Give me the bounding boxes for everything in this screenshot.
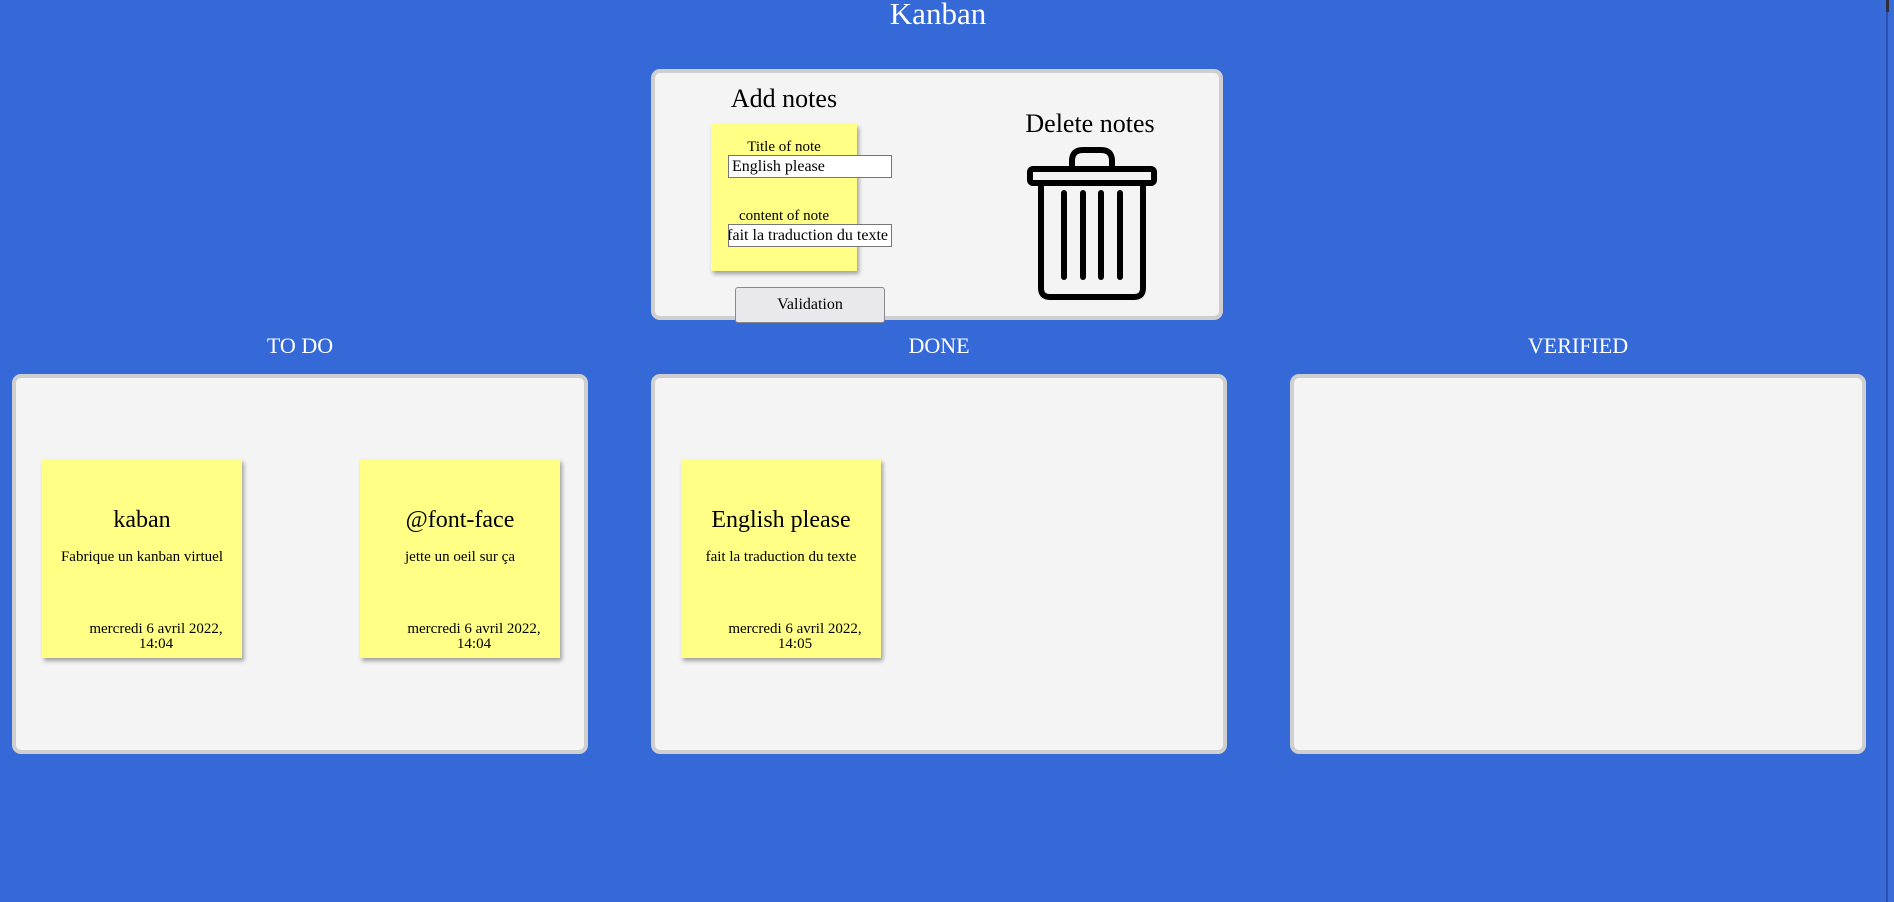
note-date-day: mercredi 6 avril 2022, <box>89 621 223 637</box>
note-content: jette un oeil sur ça <box>405 549 515 565</box>
note-date-day: mercredi 6 avril 2022, <box>728 621 862 637</box>
note-date: mercredi 6 avril 2022, 14:05 <box>713 622 877 652</box>
add-note-form: Title of note English please content of … <box>711 124 892 271</box>
note-title: kaban <box>113 507 171 533</box>
delete-notes-heading: Delete notes <box>1025 109 1155 138</box>
note-content-input-value: fait la traduction du texte <box>728 227 888 244</box>
note-card[interactable]: @font-face jette un oeil sur ça mercredi… <box>360 459 560 658</box>
note-date: mercredi 6 avril 2022, 14:04 <box>74 622 238 652</box>
column-verified[interactable] <box>1290 374 1866 754</box>
note-title: @font-face <box>405 507 515 533</box>
note-card[interactable]: English please fait la traduction du tex… <box>681 459 881 658</box>
note-title-input[interactable]: English please <box>728 155 892 178</box>
column-heading-done: DONE <box>908 333 970 358</box>
note-content: fait la traduction du texte <box>705 549 857 565</box>
note-control-panel: Add notes Title of note English please c… <box>651 69 1223 323</box>
add-notes-heading: Add notes <box>730 84 838 113</box>
note-date-time: 14:04 <box>138 636 174 652</box>
validation-button[interactable]: Validation <box>735 287 885 323</box>
note-title-input-value: English please <box>732 158 825 175</box>
column-done[interactable]: English please fait la traduction du tex… <box>651 374 1227 754</box>
column-heading-todo: TO DO <box>266 333 334 358</box>
note-date-day: mercredi 6 avril 2022, <box>407 621 541 637</box>
column-todo[interactable]: kaban Fabrique un kanban virtuel mercred… <box>12 374 588 754</box>
title-field-label: Title of note <box>747 139 821 155</box>
column-heading-verified: VERIFIED <box>1527 333 1629 358</box>
content-field-label: content of note <box>739 208 829 224</box>
trash-icon[interactable] <box>1027 146 1157 301</box>
note-date-time: 14:05 <box>777 636 813 652</box>
note-date: mercredi 6 avril 2022, 14:04 <box>392 622 556 652</box>
note-content-input[interactable]: fait la traduction du texte <box>728 224 892 247</box>
note-title: English please <box>711 507 851 533</box>
note-content: Fabrique un kanban virtuel <box>60 549 224 565</box>
note-date-time: 14:04 <box>456 636 492 652</box>
scrollbar[interactable] <box>1880 0 1894 902</box>
note-card[interactable]: kaban Fabrique un kanban virtuel mercred… <box>42 459 242 658</box>
page-title: Kanban <box>889 0 987 31</box>
